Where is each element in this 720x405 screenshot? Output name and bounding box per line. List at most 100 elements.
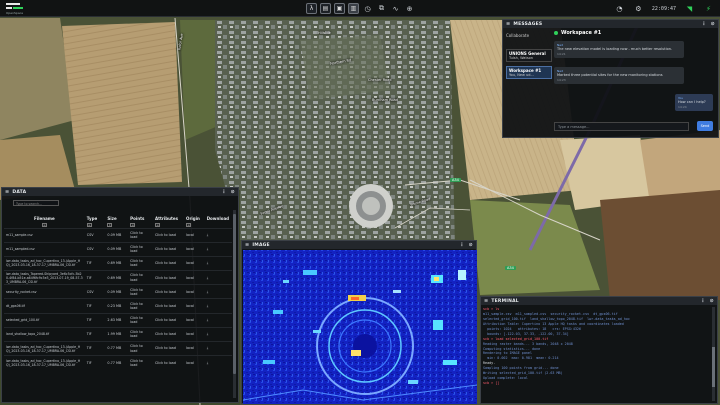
cell-points[interactable]: Click to load <box>128 298 153 314</box>
table-row[interactable]: m11_sampled.csv CSV 0.09 MB Click to load Cl… <box>4 241 232 257</box>
message-time: 14:24 <box>678 104 687 109</box>
menu-icon[interactable]: ≡ <box>245 242 249 248</box>
panel-header[interactable]: ≡ MESSAGES ⋮ ⊘ <box>503 20 718 28</box>
download-icon[interactable]: ⤓ <box>204 227 232 243</box>
download-icon[interactable]: ⤓ <box>204 284 232 299</box>
vertical-scrollbar[interactable] <box>712 307 715 401</box>
cell-points[interactable]: Click to load <box>128 255 153 271</box>
table-row[interactable]: lwr-data_tasks_ad_hoc_Cupertino_13-(Appl… <box>4 340 232 356</box>
menu-icon[interactable]: ≡ <box>484 298 488 304</box>
download-icon[interactable]: ⤓ <box>204 312 232 328</box>
cell-attributes[interactable]: Click to load <box>153 241 185 257</box>
messages-icon[interactable]: ▥ <box>348 3 359 14</box>
filter-icon[interactable]: ≡ <box>155 222 160 227</box>
table-row[interactable]: m11_sample.csv CSV 0.09 MB Click to load Cli… <box>4 227 232 243</box>
cell-size: 0.23 MB <box>105 298 129 314</box>
close-icon[interactable]: ⊘ <box>469 242 473 248</box>
cell-attributes[interactable]: Click to load <box>153 255 185 271</box>
panel-title: DATA <box>12 189 27 195</box>
download-icon[interactable]: ⤓ <box>204 355 232 370</box>
menu-icon[interactable]: ≡ <box>506 21 510 27</box>
terminal-output[interactable]: scb > ls m11_sample.csv m11_sampled.csv s… <box>483 307 709 401</box>
download-icon[interactable]: ⤓ <box>204 270 232 285</box>
more-icon[interactable]: ⋮ <box>221 189 226 195</box>
search-input[interactable]: Type to search... <box>13 200 59 206</box>
table-row[interactable]: lwr-data_tasks_ad_hoc_Cupertino_13-(Appl… <box>4 255 232 271</box>
filter-icon[interactable]: ≡ <box>130 222 136 227</box>
col-origin[interactable]: Origin <box>184 215 205 222</box>
cell-attributes[interactable]: Click to load <box>153 284 185 299</box>
clock: 22:09:47 <box>651 5 676 12</box>
col-filename[interactable]: Filename <box>4 215 85 222</box>
channel-item[interactable]: UNIONS General Tulsh, Watson <box>506 49 552 62</box>
database-icon[interactable]: ▤ <box>320 3 331 14</box>
cell-attributes[interactable]: Click to load <box>153 227 185 243</box>
vertical-scrollbar[interactable] <box>233 210 236 398</box>
cell-attributes[interactable]: Click to load <box>153 355 185 370</box>
cell-points[interactable]: Click to load <box>128 284 153 299</box>
panel-header[interactable]: ≡ IMAGE ⋮ ⊘ <box>242 241 476 249</box>
cell-size: 0.77 MB <box>105 340 129 356</box>
col-type[interactable]: Type <box>85 215 106 222</box>
table-row[interactable]: selected_grid_100.tif TIF 2.63 MB Click to … <box>4 312 232 328</box>
filter-icon[interactable]: ≡ <box>186 222 192 227</box>
menu-icon[interactable]: ≡ <box>5 189 9 195</box>
cell-type: CSV <box>84 241 106 257</box>
cell-points[interactable]: Click to load <box>128 241 153 257</box>
cell-points[interactable]: Click to load <box>128 227 153 243</box>
send-button[interactable]: Send <box>697 121 713 131</box>
heatmap-image[interactable] <box>243 250 477 404</box>
scroll-thumb[interactable] <box>233 214 236 374</box>
cell-attributes[interactable]: Click to load <box>153 326 185 342</box>
cell-points[interactable]: Click to load <box>128 355 153 370</box>
more-icon[interactable]: ⋮ <box>700 298 705 304</box>
cell-points[interactable]: Click to load <box>128 326 153 342</box>
cell-attributes[interactable]: Click to load <box>153 270 185 285</box>
cell-points[interactable]: Click to load <box>128 270 153 285</box>
whatsapp-icon[interactable]: ◔ <box>614 3 625 14</box>
cell-points[interactable]: Click to load <box>128 340 153 356</box>
more-icon[interactable]: ⋮ <box>459 242 464 248</box>
col-size[interactable]: Size <box>105 215 128 222</box>
filter-icon[interactable]: ≡ <box>86 222 92 227</box>
close-icon[interactable]: ⊘ <box>710 298 714 304</box>
table-header: Filename Type Size Points Attributes Ori… <box>4 215 232 222</box>
app-logo[interactable]: OpenSpace <box>6 3 32 15</box>
panel-header[interactable]: ≡ DATA ⋮ ⊘ <box>2 188 238 196</box>
download-icon[interactable]: ⤓ <box>204 255 232 271</box>
filter-icon[interactable]: ≡ <box>41 222 47 227</box>
cell-origin: local <box>184 340 205 356</box>
sort-icon[interactable]: ↕ <box>107 222 113 227</box>
table-row[interactable]: dt_gps06.tif TIF 0.23 MB Click to load Click… <box>4 298 232 314</box>
channel-item-selected[interactable]: Workspace #1 You, New ud... <box>506 66 552 79</box>
table-row[interactable]: land_shallow_topo_2048.tif TIF 1.99 MB Clic… <box>4 326 232 342</box>
globe-icon[interactable]: ⊕ <box>404 3 415 14</box>
close-icon[interactable]: ⊘ <box>231 189 235 195</box>
download-icon[interactable]: ⤓ <box>204 241 232 257</box>
download-icon[interactable]: ⤓ <box>204 326 232 342</box>
settings-icon[interactable]: ⚙ <box>633 3 644 14</box>
cell-attributes[interactable]: Click to load <box>153 298 185 314</box>
table-row[interactable]: lwr-data_tasks_ad_hoc_Cupertino_13-(Appl… <box>4 355 232 370</box>
image-icon[interactable]: ▣ <box>334 3 345 14</box>
activity-icon[interactable]: ∿ <box>390 3 401 14</box>
close-icon[interactable]: ⊘ <box>711 21 715 27</box>
download-icon[interactable]: ⤓ <box>204 298 232 314</box>
terminal-icon[interactable]: λ <box>306 3 317 14</box>
col-attributes[interactable]: Attributes <box>153 215 184 222</box>
layers-icon[interactable]: ⧉ <box>376 3 387 14</box>
download-icon[interactable]: ⤓ <box>204 340 232 356</box>
table-row[interactable]: lwr-data_tasks_Tapered-Shipyard_3e6c5cfc… <box>4 270 232 285</box>
table-row[interactable]: security_rocket.csv CSV 0.09 MB Click to lo… <box>4 284 232 299</box>
scroll-thumb[interactable] <box>712 347 715 387</box>
message-input[interactable]: Type a message... <box>554 122 689 131</box>
panel-header[interactable]: ≡ TERMINAL ⋮ ⊘ <box>481 297 717 305</box>
cell-attributes[interactable]: Click to load <box>153 312 185 328</box>
cell-attributes[interactable]: Click to load <box>153 340 185 356</box>
cell-origin: local <box>184 227 205 243</box>
history-icon[interactable]: ◷ <box>362 3 373 14</box>
more-icon[interactable]: ⋮ <box>701 21 706 27</box>
col-download[interactable]: Download <box>205 215 232 222</box>
cell-points[interactable]: Click to load <box>128 312 153 328</box>
col-points[interactable]: Points <box>128 215 153 222</box>
